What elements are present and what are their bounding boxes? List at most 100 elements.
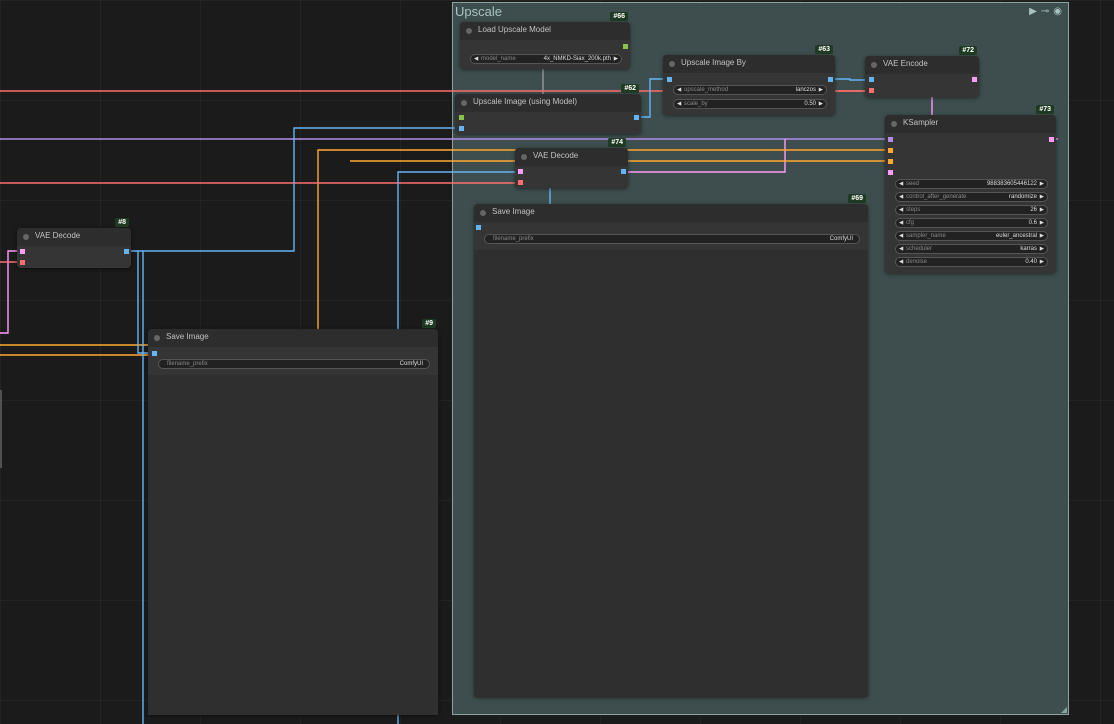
increment-arrow-icon[interactable]: ▶ xyxy=(819,87,823,93)
node-title: VAE Decode xyxy=(35,231,81,240)
collapse-dot-icon[interactable] xyxy=(669,61,675,67)
widget-value: randomize xyxy=(1008,194,1037,200)
decrement-arrow-icon[interactable]: ◀ xyxy=(899,259,903,265)
node-save-image-9[interactable]: Save Image #9 filename_prefix ComfyUI xyxy=(148,319,438,715)
widget-label: cfg xyxy=(906,220,915,226)
output-slot-latent[interactable] xyxy=(972,77,977,82)
collapse-dot-icon[interactable] xyxy=(461,100,467,106)
widget-filename-prefix[interactable]: filename_prefix ComfyUI xyxy=(484,234,860,244)
input-slot-latent[interactable] xyxy=(888,170,893,175)
collapse-dot-icon[interactable] xyxy=(23,234,29,240)
decrement-arrow-icon[interactable]: ◀ xyxy=(899,233,903,239)
widget-cfg[interactable]: ◀ cfg 0.6 ▶ xyxy=(895,218,1048,228)
node-title: Load Upscale Model xyxy=(478,25,551,34)
input-slot-images[interactable] xyxy=(476,225,481,230)
decrement-arrow-icon[interactable]: ◀ xyxy=(474,56,478,62)
collapse-dot-icon[interactable] xyxy=(154,335,160,341)
input-slot-vae[interactable] xyxy=(518,180,523,185)
widget-sampler-name[interactable]: ◀ sampler_name euler_ancestral ▶ xyxy=(895,231,1048,241)
node-load-upscale-model[interactable]: Load Upscale Model #66 ◀ model_name 4x_N… xyxy=(460,12,630,69)
output-slot-image[interactable] xyxy=(621,169,626,174)
input-slot-image[interactable] xyxy=(667,77,672,82)
play-icon[interactable]: ▶ xyxy=(1029,6,1037,17)
input-slot-samples[interactable] xyxy=(20,249,25,254)
eye-icon[interactable]: ◉ xyxy=(1053,6,1062,17)
node-header[interactable]: Upscale Image (using Model) #62 xyxy=(455,84,641,112)
node-vae-decode-8[interactable]: VAE Decode #8 xyxy=(17,218,131,268)
input-slot-vae[interactable] xyxy=(869,88,874,93)
node-upscale-image-by[interactable]: Upscale Image By #63 ◀ upscale_method la… xyxy=(663,45,835,115)
widget-label: denoise xyxy=(906,259,928,265)
decrement-arrow-icon[interactable]: ◀ xyxy=(899,194,903,200)
widget-label: model_name xyxy=(481,56,516,62)
node-ksampler[interactable]: KSampler #73 ◀ seed 988383605446122 ▶ ◀ … xyxy=(885,105,1056,273)
input-slot-upscale-model[interactable] xyxy=(459,115,464,120)
output-slot-image[interactable] xyxy=(828,77,833,82)
increment-arrow-icon[interactable]: ▶ xyxy=(1040,233,1044,239)
output-slot-latent[interactable] xyxy=(1049,137,1054,142)
decrement-arrow-icon[interactable]: ◀ xyxy=(899,207,903,213)
node-header[interactable]: VAE Encode #72 xyxy=(865,46,979,74)
widget-model-name[interactable]: ◀ model_name 4x_NMKD-Siax_200k.pth ▶ xyxy=(470,54,622,64)
widget-seed[interactable]: ◀ seed 988383605446122 ▶ xyxy=(895,179,1048,189)
widget-label: filename_prefix xyxy=(493,236,534,242)
node-header[interactable]: VAE Decode #8 xyxy=(17,218,131,246)
widget-scale-by[interactable]: ◀ scale_by 0.50 ▶ xyxy=(673,99,827,109)
increment-arrow-icon[interactable]: ▶ xyxy=(1040,220,1044,226)
decrement-arrow-icon[interactable]: ◀ xyxy=(899,246,903,252)
node-id-badge: #66 xyxy=(610,12,628,21)
collapse-dot-icon[interactable] xyxy=(871,62,877,68)
collapse-dot-icon[interactable] xyxy=(891,121,897,127)
widget-value: 0.40 xyxy=(1025,259,1037,265)
widget-label: seed xyxy=(906,181,920,187)
node-header[interactable]: KSampler #73 xyxy=(885,105,1056,133)
node-header[interactable]: Load Upscale Model #66 xyxy=(460,12,630,40)
node-title: Upscale Image By xyxy=(681,58,746,67)
node-vae-decode-74[interactable]: VAE Decode #74 xyxy=(515,138,628,188)
resize-handle-icon[interactable] xyxy=(1061,707,1067,713)
widget-scheduler[interactable]: ◀ scheduler karras ▶ xyxy=(895,244,1048,254)
widget-filename-prefix[interactable]: filename_prefix ComfyUI xyxy=(158,359,430,369)
input-slot-pixels[interactable] xyxy=(869,77,874,82)
bypass-icon[interactable]: ⊸ xyxy=(1041,6,1049,17)
node-header[interactable]: Save Image #69 xyxy=(474,194,868,222)
widget-steps[interactable]: ◀ steps 26 ▶ xyxy=(895,205,1048,215)
widget-control-after-generate[interactable]: ◀ control_after_generate randomize ▶ xyxy=(895,192,1048,202)
image-preview-area xyxy=(148,375,438,715)
input-slot-images[interactable] xyxy=(152,351,157,356)
decrement-arrow-icon[interactable]: ◀ xyxy=(899,220,903,226)
widget-value: ComfyUI xyxy=(399,361,423,367)
input-slot-vae[interactable] xyxy=(20,260,25,265)
widget-upscale-method[interactable]: ◀ upscale_method lanczos ▶ xyxy=(673,85,827,95)
input-slot-positive[interactable] xyxy=(888,148,893,153)
increment-arrow-icon[interactable]: ▶ xyxy=(819,101,823,107)
node-header[interactable]: VAE Decode #74 xyxy=(515,138,628,166)
increment-arrow-icon[interactable]: ▶ xyxy=(1040,194,1044,200)
node-upscale-image-using-model[interactable]: Upscale Image (using Model) #62 xyxy=(455,84,641,134)
node-header[interactable]: Save Image #9 xyxy=(148,319,438,347)
input-slot-samples[interactable] xyxy=(518,169,523,174)
output-slot-upscale-model[interactable] xyxy=(623,44,628,49)
widget-denoise[interactable]: ◀ denoise 0.40 ▶ xyxy=(895,257,1048,267)
node-header[interactable]: Upscale Image By #63 xyxy=(663,45,835,73)
collapse-dot-icon[interactable] xyxy=(521,154,527,160)
collapse-dot-icon[interactable] xyxy=(466,28,472,34)
increment-arrow-icon[interactable]: ▶ xyxy=(614,56,618,62)
node-save-image-69[interactable]: Save Image #69 filename_prefix ComfyUI xyxy=(474,194,868,697)
collapse-dot-icon[interactable] xyxy=(480,210,486,216)
node-title: Save Image xyxy=(492,207,535,216)
input-slot-negative[interactable] xyxy=(888,159,893,164)
increment-arrow-icon[interactable]: ▶ xyxy=(1040,207,1044,213)
output-slot-image[interactable] xyxy=(634,115,639,120)
widget-label: scale_by xyxy=(684,101,708,107)
node-vae-encode[interactable]: VAE Encode #72 xyxy=(865,46,979,97)
increment-arrow-icon[interactable]: ▶ xyxy=(1040,181,1044,187)
decrement-arrow-icon[interactable]: ◀ xyxy=(677,87,681,93)
decrement-arrow-icon[interactable]: ◀ xyxy=(677,101,681,107)
decrement-arrow-icon[interactable]: ◀ xyxy=(899,181,903,187)
increment-arrow-icon[interactable]: ▶ xyxy=(1040,246,1044,252)
increment-arrow-icon[interactable]: ▶ xyxy=(1040,259,1044,265)
output-slot-image[interactable] xyxy=(124,249,129,254)
input-slot-image[interactable] xyxy=(459,126,464,131)
input-slot-model[interactable] xyxy=(888,137,893,142)
